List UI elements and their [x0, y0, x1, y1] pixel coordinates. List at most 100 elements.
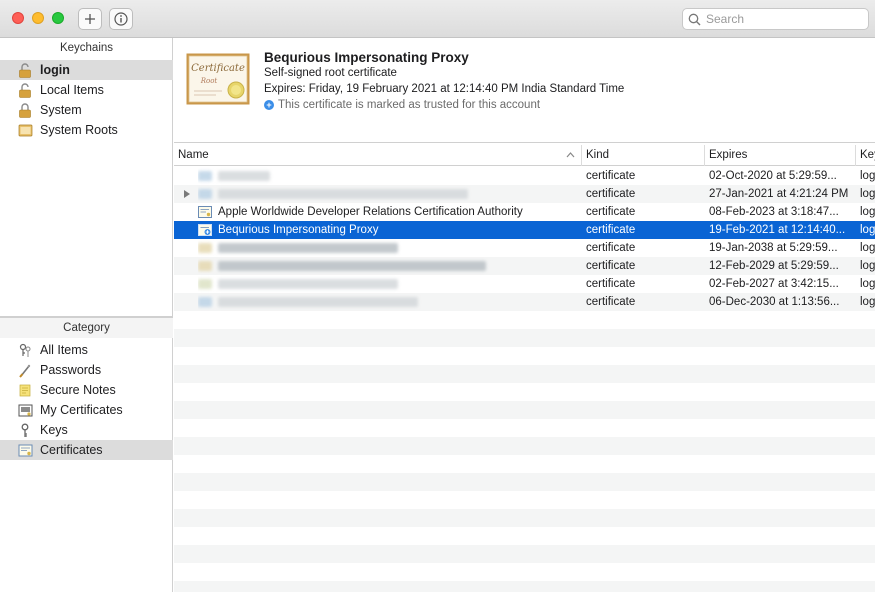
- keychains-header: Keychains: [59, 42, 114, 54]
- close-window-button[interactable]: [12, 12, 24, 24]
- category-label: All Items: [40, 343, 88, 357]
- keychain-label: login: [40, 63, 70, 77]
- category-my-certificates[interactable]: My Certificates: [0, 400, 173, 420]
- table-row[interactable]: certificate 02-Feb-2027 at 3:42:15... lo…: [174, 275, 875, 293]
- empty-row: [174, 383, 875, 401]
- sort-ascending-icon: [566, 152, 575, 158]
- row-kind: certificate: [586, 260, 636, 272]
- row-kind: certificate: [586, 206, 636, 218]
- zoom-window-button[interactable]: [52, 12, 64, 24]
- keychain-login[interactable]: login: [0, 60, 173, 80]
- column-header-expires[interactable]: Expires: [705, 145, 856, 166]
- column-header-keychain[interactable]: Key: [856, 145, 875, 166]
- badge-title: Certificate: [191, 63, 245, 74]
- certificate-subtitle: Self-signed root certificate: [264, 67, 397, 79]
- category-certificates[interactable]: Certificates: [0, 440, 173, 460]
- row-name-cell: [198, 167, 578, 185]
- row-kind: certificate: [586, 278, 636, 290]
- row-name-cell: [198, 185, 578, 203]
- certificate-badge-icon: Certificate Root: [186, 53, 250, 105]
- row-keychain: log: [860, 296, 875, 308]
- row-expires: 27-Jan-2021 at 4:21:24 PM: [709, 188, 849, 200]
- keychain-local-items[interactable]: Local Items: [0, 80, 173, 100]
- redacted-certificate-icon: [198, 297, 212, 307]
- row-name-cell: [198, 275, 578, 293]
- lock-icon: [17, 102, 33, 118]
- row-name: Bequrious Impersonating Proxy: [218, 224, 379, 236]
- empty-row: [174, 581, 875, 592]
- row-kind: certificate: [586, 296, 636, 308]
- row-keychain: log: [860, 278, 875, 290]
- empty-row: [174, 437, 875, 455]
- category-header: Category: [0, 317, 173, 338]
- category-secure-notes[interactable]: Secure Notes: [0, 380, 173, 400]
- trust-text: This certificate is marked as trusted fo…: [278, 99, 541, 111]
- row-expires: 02-Feb-2027 at 3:42:15...: [709, 278, 839, 290]
- plus-icon: [85, 14, 95, 24]
- search-input[interactable]: [706, 11, 864, 27]
- certificate-trusted-icon: [198, 224, 212, 236]
- empty-row: [174, 401, 875, 419]
- minimize-window-button[interactable]: [32, 12, 44, 24]
- table-row[interactable]: certificate 27-Jan-2021 at 4:21:24 PM lo…: [174, 185, 875, 203]
- note-icon: [17, 382, 33, 398]
- row-name-cell: [198, 257, 578, 275]
- info-button[interactable]: [109, 8, 133, 30]
- add-item-button[interactable]: [78, 8, 102, 30]
- password-icon: [17, 362, 33, 378]
- certificate-icon: [198, 206, 212, 218]
- category-label: Certificates: [40, 443, 103, 457]
- empty-row: [174, 455, 875, 473]
- column-header-name[interactable]: Name: [174, 145, 582, 166]
- disclosure-triangle-icon[interactable]: [184, 190, 190, 198]
- row-keychain: log: [860, 206, 875, 218]
- table-row[interactable]: certificate 06-Dec-2030 at 1:13:56... lo…: [174, 293, 875, 311]
- row-keychain: log: [860, 170, 875, 182]
- search-icon: [688, 13, 701, 26]
- items-table: Name Kind Expires Key certificate 02-Oct…: [174, 145, 875, 592]
- category-keys[interactable]: Keys: [0, 420, 173, 440]
- row-expires: 06-Dec-2030 at 1:13:56...: [709, 296, 840, 308]
- redacted-certificate-icon: [198, 243, 212, 253]
- keychain-system[interactable]: System: [0, 100, 173, 120]
- row-name-cell: Apple Worldwide Developer Relations Cert…: [198, 203, 578, 221]
- row-kind: certificate: [586, 242, 636, 254]
- row-name: Apple Worldwide Developer Relations Cert…: [218, 206, 523, 218]
- redacted-certificate-icon: [198, 171, 212, 181]
- redacted-name: [218, 243, 398, 253]
- row-expires: 12-Feb-2029 at 5:29:59...: [709, 260, 839, 272]
- certificate-detail: Certificate Root Bequrious Impersonating…: [174, 38, 875, 143]
- table-row[interactable]: certificate 19-Jan-2038 at 5:29:59... lo…: [174, 239, 875, 257]
- folder-icon: [17, 122, 33, 138]
- row-name-cell: [198, 239, 578, 257]
- empty-row: [174, 329, 875, 347]
- category-label: Secure Notes: [40, 383, 116, 397]
- search-field[interactable]: [682, 8, 869, 30]
- row-expires: 02-Oct-2020 at 5:29:59...: [709, 170, 837, 182]
- redacted-certificate-icon: [198, 189, 212, 199]
- redacted-name: [218, 171, 270, 181]
- empty-row: [174, 473, 875, 491]
- table-row[interactable]: Apple Worldwide Developer Relations Cert…: [174, 203, 875, 221]
- row-keychain: log: [860, 260, 875, 272]
- empty-row: [174, 491, 875, 509]
- info-icon: [114, 12, 128, 26]
- keychain-system-roots[interactable]: System Roots: [0, 120, 173, 140]
- keychain-label: System: [40, 103, 82, 117]
- category-passwords[interactable]: Passwords: [0, 360, 173, 380]
- empty-row: [174, 347, 875, 365]
- category-all-items[interactable]: All Items: [0, 340, 173, 360]
- category-label: My Certificates: [40, 403, 123, 417]
- table-row[interactable]: certificate 02-Oct-2020 at 5:29:59... lo…: [174, 167, 875, 185]
- column-header-kind[interactable]: Kind: [582, 145, 705, 166]
- my-certificate-icon: [17, 402, 33, 418]
- redacted-name: [218, 261, 486, 271]
- empty-row: [174, 527, 875, 545]
- row-name-cell: [198, 293, 578, 311]
- column-header-label: Name: [178, 149, 209, 161]
- lock-open-icon: [17, 62, 33, 78]
- row-name-cell: Bequrious Impersonating Proxy: [198, 221, 578, 239]
- table-row[interactable]: certificate 12-Feb-2029 at 5:29:59... lo…: [174, 257, 875, 275]
- empty-row: [174, 365, 875, 383]
- table-row-selected[interactable]: Bequrious Impersonating Proxy certificat…: [174, 221, 875, 239]
